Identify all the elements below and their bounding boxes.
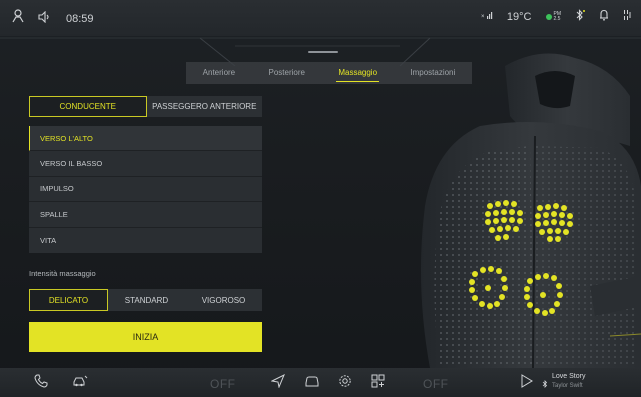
volume-icon[interactable]	[38, 10, 52, 28]
start-massage-button[interactable]: INIZIA	[29, 322, 262, 352]
intensity-standard-button[interactable]: STANDARD	[108, 289, 185, 311]
play-icon[interactable]	[521, 374, 533, 393]
user-profile-icon[interactable]	[12, 9, 24, 28]
massage-mode-list: VERSO L'ALTO VERSO IL BASSO IMPULSO SPAL…	[29, 126, 262, 253]
bluetooth-icon[interactable]	[575, 9, 585, 24]
massage-mode-shoulders[interactable]: SPALLE	[29, 202, 262, 228]
car-icon[interactable]	[304, 374, 320, 393]
now-playing-title[interactable]: Love Story	[552, 373, 585, 380]
svg-text:×: ×	[481, 14, 485, 20]
intensity-label: Intensità massaggio	[29, 269, 96, 278]
tab-impostazioni[interactable]: Impostazioni	[406, 62, 459, 84]
massage-mode-downward[interactable]: VERSO IL BASSO	[29, 151, 262, 177]
seat-massage-illustration	[421, 53, 641, 368]
intensity-selector: DELICATO STANDARD VIGOROSO	[29, 289, 262, 311]
seat-function-tabs: Anteriore Posteriore Massaggio Impostazi…	[186, 62, 472, 84]
now-playing-artist: Taylor Swift	[552, 383, 583, 389]
massage-mode-pulse[interactable]: IMPULSO	[29, 177, 262, 203]
status-bar: 08:59 × 19°C PM 2.5	[0, 0, 641, 36]
settings-gear-icon[interactable]	[338, 374, 352, 393]
apps-grid-icon[interactable]	[371, 374, 385, 393]
right-climate-status[interactable]: OFF	[423, 377, 449, 391]
passenger-seat-button[interactable]: PASSEGGERO ANTERIORE	[146, 96, 262, 117]
signal-icon: ×	[481, 10, 493, 23]
intensity-gentle-button[interactable]: DELICATO	[29, 289, 108, 311]
notification-bell-icon[interactable]	[599, 9, 609, 24]
tab-posteriore[interactable]: Posteriore	[265, 62, 309, 84]
intensity-vigorous-button[interactable]: VIGOROSO	[185, 289, 262, 311]
aqi-indicator: PM 2.5	[545, 11, 561, 22]
data-transfer-icon	[623, 9, 631, 24]
infotainment-screen: 08:59 × 19°C PM 2.5 Anteriore Posteriore…	[0, 0, 641, 397]
temperature: 19°C	[506, 10, 532, 23]
driver-seat-button[interactable]: CONDUCENTE	[29, 96, 147, 117]
left-climate-status[interactable]: OFF	[210, 377, 236, 391]
massage-mode-upward[interactable]: VERSO L'ALTO	[29, 126, 262, 152]
drawer-handle[interactable]	[308, 51, 338, 53]
bluetooth-audio-icon	[542, 376, 548, 394]
phone-icon[interactable]	[34, 374, 48, 393]
tab-anteriore[interactable]: Anteriore	[199, 62, 239, 84]
clock: 08:59	[66, 12, 94, 25]
tab-massaggio[interactable]: Massaggio	[334, 62, 381, 84]
aqi-line-2: 2.5	[553, 15, 561, 22]
seat-selector: CONDUCENTE PASSEGGERO ANTERIORE	[29, 96, 262, 117]
navigation-icon[interactable]	[270, 373, 285, 393]
bottom-dock: OFF OFF Love Story Taylor Swift	[0, 368, 641, 397]
car-settings-icon[interactable]	[72, 374, 88, 393]
massage-mode-waist[interactable]: VITA	[29, 228, 262, 253]
